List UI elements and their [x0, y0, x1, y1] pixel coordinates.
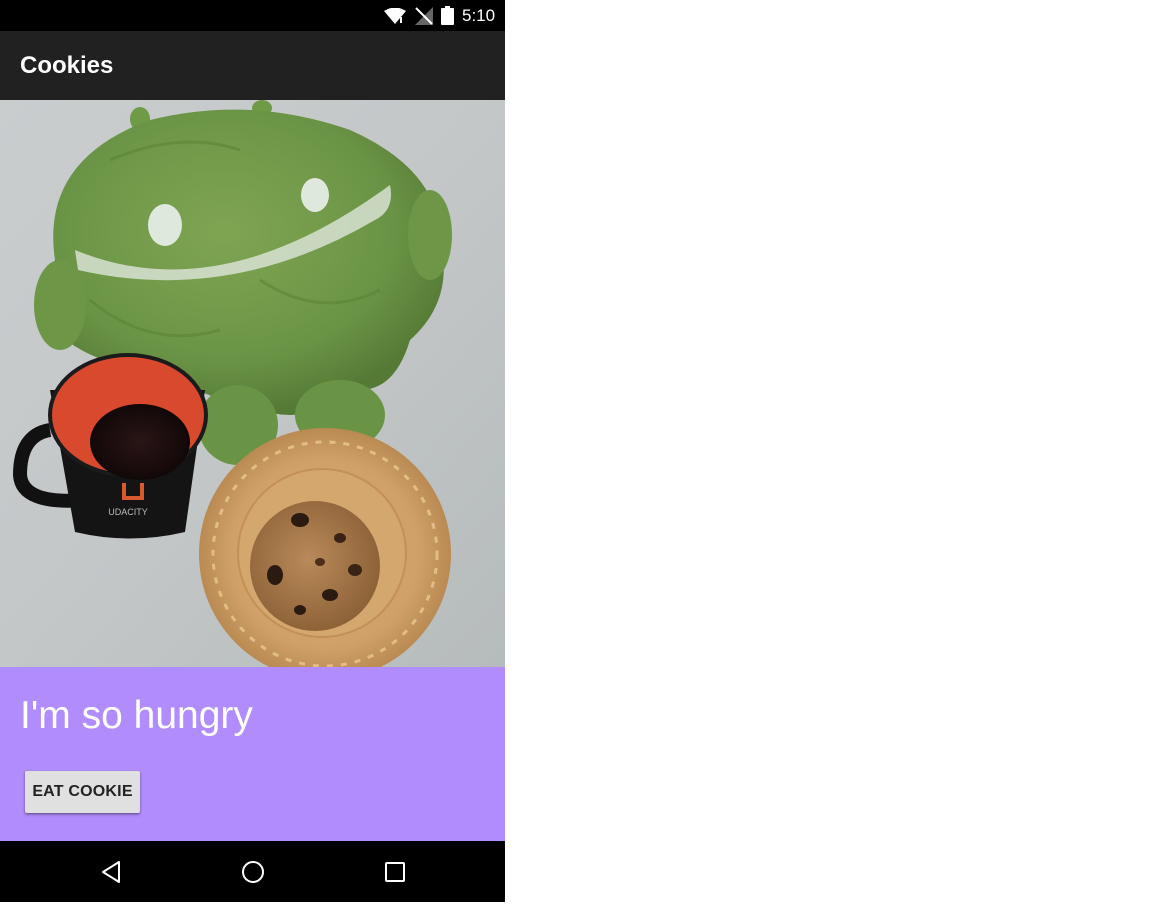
eat-cookie-button[interactable]: EAT COOKIE: [25, 771, 140, 813]
phone-screen: 5:10 Cookies UDACITY I'm so hungry EAT C…: [0, 0, 505, 902]
status-bar: 5:10: [0, 0, 505, 31]
content-panel: I'm so hungry EAT COOKIE: [0, 667, 505, 841]
app-title: Cookies: [20, 52, 114, 79]
navigation-bar: [0, 841, 505, 902]
status-time: 5:10: [462, 6, 496, 25]
cookie: [250, 501, 380, 631]
mug-logo-text: UDACITY: [108, 507, 148, 517]
action-bar: Cookies: [0, 31, 505, 100]
recents-icon[interactable]: [381, 858, 409, 886]
android-cookie-photo: UDACITY: [0, 100, 505, 667]
wifi-icon: [384, 8, 406, 24]
no-signal-icon: [415, 7, 433, 25]
back-icon[interactable]: [98, 858, 126, 886]
home-icon[interactable]: [239, 858, 267, 886]
status-message: I'm so hungry: [20, 694, 253, 737]
battery-icon: [441, 6, 454, 25]
